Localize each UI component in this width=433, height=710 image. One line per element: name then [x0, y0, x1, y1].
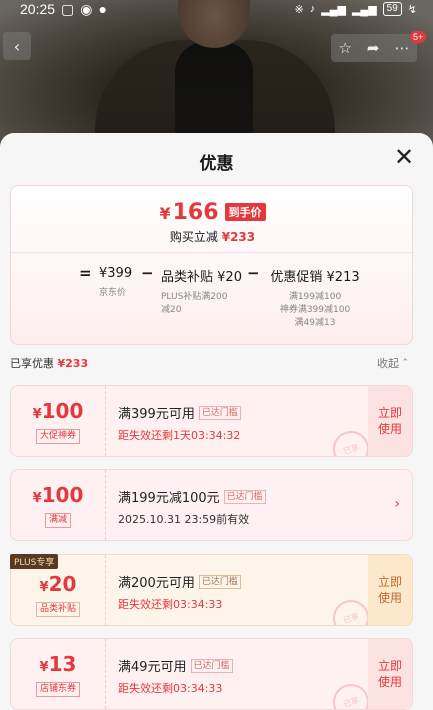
coupon-type-tag: 店铺东券	[35, 681, 80, 697]
back-button[interactable]: ‹	[3, 32, 31, 60]
charging-icon: ↯	[407, 3, 417, 16]
enjoyed-discount-row: 已享优惠 ¥233	[10, 355, 88, 371]
chevron-right-icon[interactable]: ›	[394, 496, 400, 512]
coupon-amount-block: ¥13 店铺东券	[11, 639, 106, 709]
coupon-details: 满199元减100元 已达门槛 2025.10.31 23:59前有效	[118, 487, 266, 527]
threshold-badge: 已达门槛	[223, 489, 266, 504]
enjoyed-label: 已享优惠	[10, 357, 54, 370]
coupon-condition: 满199元减100元	[118, 491, 220, 506]
coupon-currency: ¥	[32, 406, 42, 422]
coupon-details: 满200元可用 已达门槛 距失效还剩03:34:33	[118, 572, 241, 612]
price-currency: ¥	[159, 204, 171, 223]
coupon-validity: 2025.10.31 23:59前有效	[118, 513, 250, 526]
more-icon[interactable]: ⋯	[394, 39, 409, 57]
signal-icon: ▂▄▆	[321, 3, 346, 16]
coupon-card[interactable]: ¥100 满减 满199元减100元 已达门槛 2025.10.31 23:59前…	[10, 469, 413, 541]
coupon-details: 满49元可用 已达门槛 距失效还剩03:34:33	[118, 656, 233, 696]
coupon-type-tag: 大促神券	[35, 428, 80, 444]
bluetooth-icon: ※	[294, 3, 304, 16]
category-subsidy-block: 品类补贴 ¥20 PLUS补贴满200 减20	[161, 266, 246, 317]
coupon-expiry: 距失效还剩03:34:33	[118, 598, 223, 611]
final-price-row: ¥ 166 到手价	[11, 200, 414, 225]
mute-icon: ♪	[309, 3, 316, 15]
subsidy-note: 减20	[161, 305, 182, 315]
use-now-button[interactable]: 立即 使用	[368, 555, 412, 625]
coupon-amount: 20	[48, 571, 77, 596]
coupon-currency: ¥	[32, 490, 42, 506]
top-action-group: ☆ ➦ ⋯	[331, 34, 417, 62]
coupon-amount: 13	[48, 651, 77, 676]
divider	[11, 252, 414, 253]
subsidy-value: ¥20	[217, 270, 242, 285]
instant-discount-row: 购买立减 ¥233	[11, 228, 414, 245]
promo-note: 满49减13	[294, 318, 336, 328]
coupon-currency: ¥	[39, 659, 49, 675]
status-time: 20:25	[20, 1, 56, 17]
promo-value: ¥213	[326, 270, 360, 285]
subsidy-note: PLUS补贴满200	[161, 292, 228, 302]
collapse-label: 收起	[377, 357, 399, 370]
price-summary-card: ¥ 166 到手价 购买立减 ¥233 = ¥399 京东价 − 品类补贴 ¥2…	[10, 185, 414, 345]
status-bar: 20:25 ▢ ◉ ● ※ ♪ ▂▄▆ ▂▄▆ 59 ↯	[0, 0, 433, 18]
instant-discount-value: ¥233	[221, 230, 256, 244]
share-icon[interactable]: ➦	[367, 39, 380, 57]
discount-sheet: 优惠 ✕ ¥ 166 到手价 购买立减 ¥233 = ¥399 京东价 − 品类…	[0, 133, 433, 710]
enjoyed-value: ¥233	[57, 357, 89, 370]
close-button[interactable]: ✕	[392, 143, 416, 171]
coupon-expiry: 距失效还剩03:34:33	[118, 682, 223, 695]
eye-icon: ◉	[80, 0, 93, 17]
use-now-button[interactable]: 立即 使用	[368, 639, 412, 709]
promo-block: 优惠促销 ¥213 满199减100 神券满399减100 满49减13	[265, 266, 365, 330]
alert-icon: ●	[98, 1, 107, 17]
coupon-type-tag: 满减	[44, 512, 71, 528]
sheet-title: 优惠	[199, 154, 234, 174]
signal-icon: ▂▄▆	[351, 3, 377, 16]
threshold-badge: 已达门槛	[190, 658, 233, 673]
threshold-badge: 已达门槛	[198, 405, 241, 420]
promo-label: 优惠促销	[270, 270, 323, 285]
promo-note: 满199减100	[288, 292, 342, 302]
base-price-label: 京东价	[99, 288, 127, 298]
coupon-card: ¥13 店铺东券 满49元可用 已达门槛 距失效还剩03:34:33 已享 立即使…	[10, 638, 413, 710]
coupon-condition: 满200元可用	[118, 576, 195, 591]
plus-exclusive-badge: PLUS专享	[10, 554, 59, 569]
final-price: 166	[172, 200, 219, 225]
message-icon: ▢	[61, 0, 75, 17]
close-icon: ✕	[393, 143, 415, 171]
coupon-card: ¥100 大促神券 满399元可用 已达门槛 距失效还剩1天03:34:32 已享…	[10, 385, 413, 457]
collapse-button[interactable]: 收起 ˆ	[377, 355, 408, 371]
coupon-type-tag: 品类补贴	[35, 601, 80, 617]
threshold-badge: 已达门槛	[198, 574, 241, 589]
coupon-condition: 满399元可用	[118, 407, 195, 422]
use-now-button[interactable]: 立即 使用	[368, 386, 412, 456]
chevron-left-icon: ‹	[13, 36, 21, 56]
chevron-up-icon: ˆ	[402, 357, 409, 370]
subsidy-label: 品类补贴	[161, 270, 214, 285]
coupon-details: 满399元可用 已达门槛 距失效还剩1天03:34:32	[118, 403, 241, 443]
coupon-amount-block: ¥100 满减	[11, 470, 106, 540]
coupon-expiry: 距失效还剩1天03:34:32	[118, 429, 241, 442]
instant-discount-label: 购买立减	[169, 230, 218, 244]
coupon-card: ¥20 品类补贴 满200元可用 已达门槛 距失效还剩03:34:33 已享 立即…	[10, 554, 413, 626]
coupon-amount-block: ¥100 大促神券	[11, 386, 106, 456]
coupon-condition: 满49元可用	[118, 660, 187, 675]
star-icon[interactable]: ☆	[338, 39, 351, 57]
coupon-currency: ¥	[39, 579, 49, 595]
coupon-amount: 100	[41, 398, 84, 423]
battery-indicator: 59	[382, 2, 402, 16]
final-price-tag: 到手价	[224, 203, 266, 221]
coupon-amount: 100	[41, 482, 84, 507]
promo-note: 神券满399减100	[279, 305, 351, 315]
message-badge: 5+	[410, 31, 427, 43]
